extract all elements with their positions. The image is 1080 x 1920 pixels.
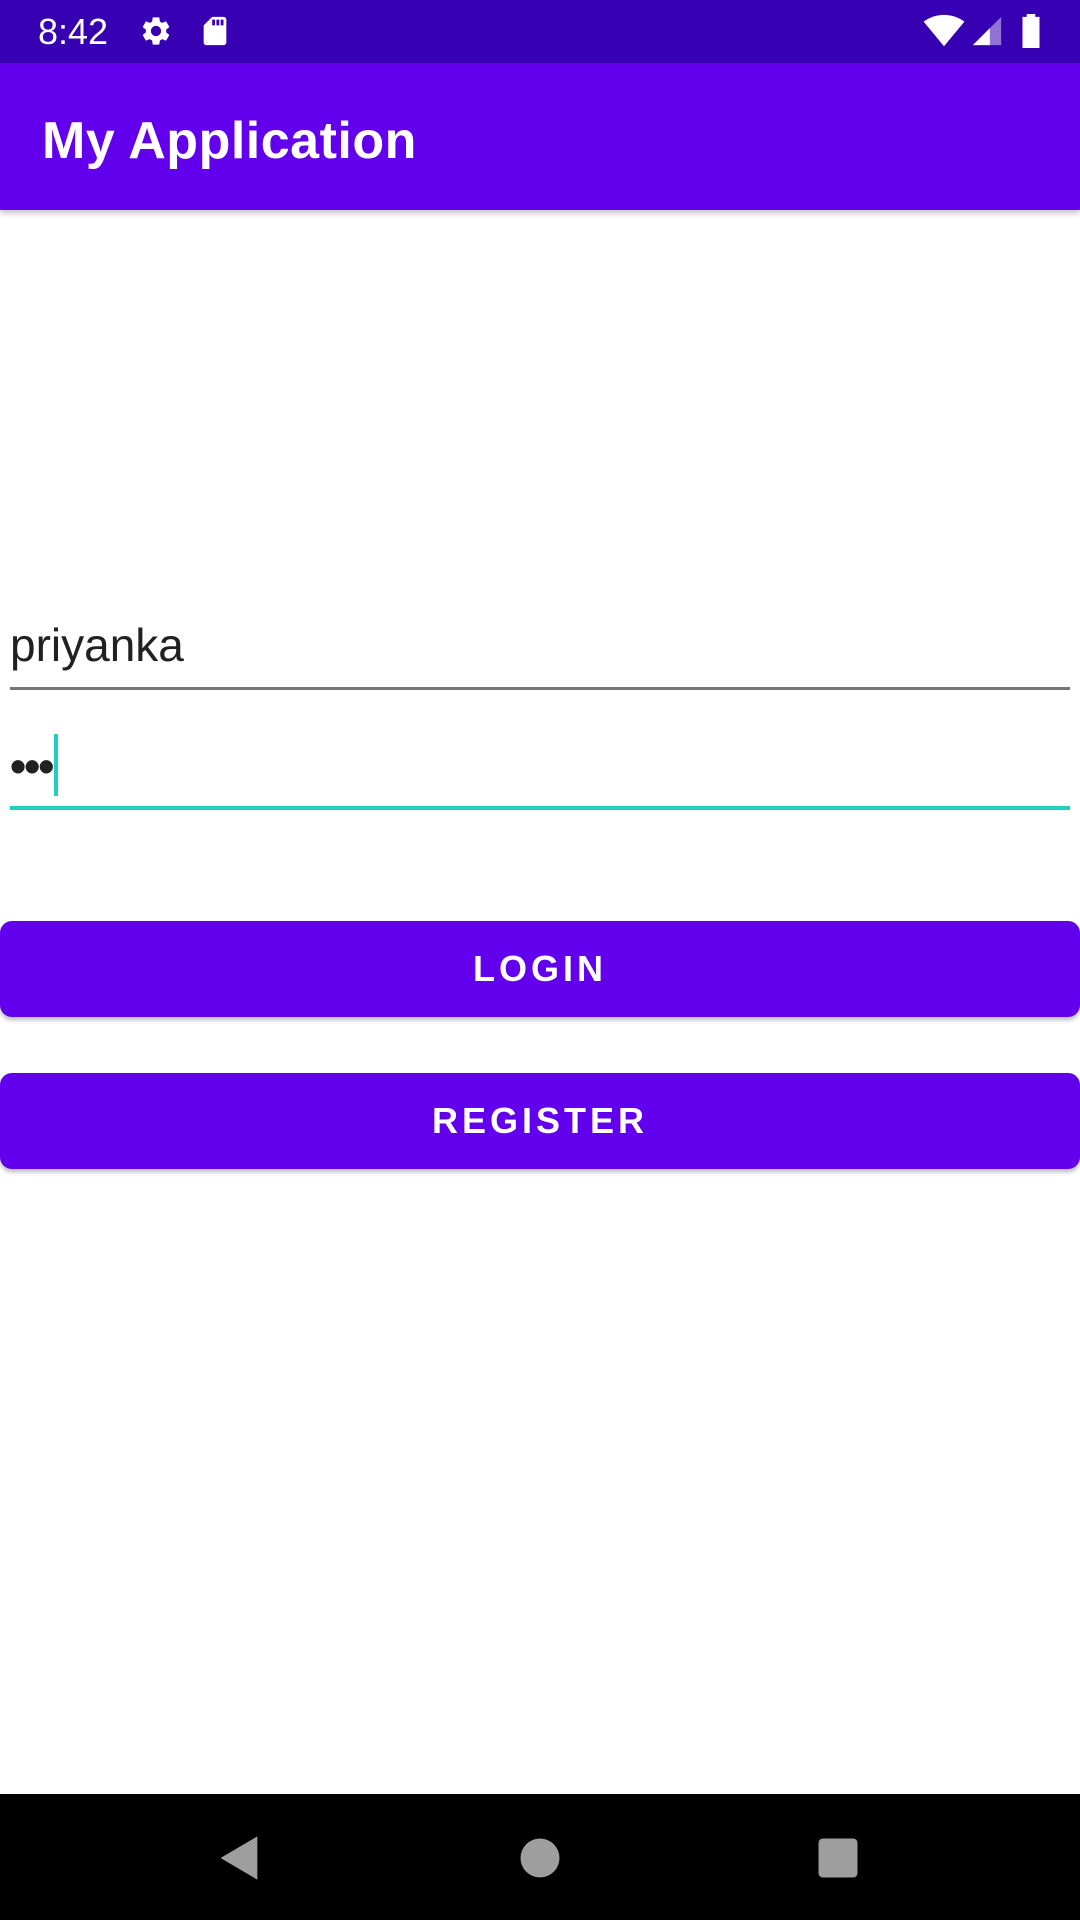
gear-icon xyxy=(139,14,173,48)
battery-icon xyxy=(1020,14,1042,48)
password-content: ••• xyxy=(10,734,59,796)
status-bar: 8:42 xyxy=(0,0,1080,63)
register-button[interactable]: REGISTER xyxy=(0,1073,1080,1169)
status-time: 8:42 xyxy=(38,11,109,52)
app-title: My Application xyxy=(42,112,417,170)
app-bar: My Application xyxy=(0,63,1080,210)
password-value: ••• xyxy=(10,740,54,792)
username-field[interactable]: priyanka xyxy=(10,600,1070,690)
sd-card-icon xyxy=(198,14,232,48)
login-button[interactable]: LOGIN xyxy=(0,921,1080,1017)
username-underline xyxy=(10,687,1070,690)
home-icon[interactable] xyxy=(514,1832,566,1884)
wifi-icon xyxy=(922,14,966,48)
navigation-bar xyxy=(0,1794,1080,1920)
password-underline xyxy=(10,806,1070,810)
username-value: priyanka xyxy=(10,619,184,671)
back-icon[interactable] xyxy=(214,1832,266,1884)
password-field[interactable]: ••• xyxy=(10,718,1070,810)
recents-icon[interactable] xyxy=(812,1832,864,1884)
text-cursor xyxy=(54,734,59,796)
signal-icon xyxy=(970,14,1004,48)
